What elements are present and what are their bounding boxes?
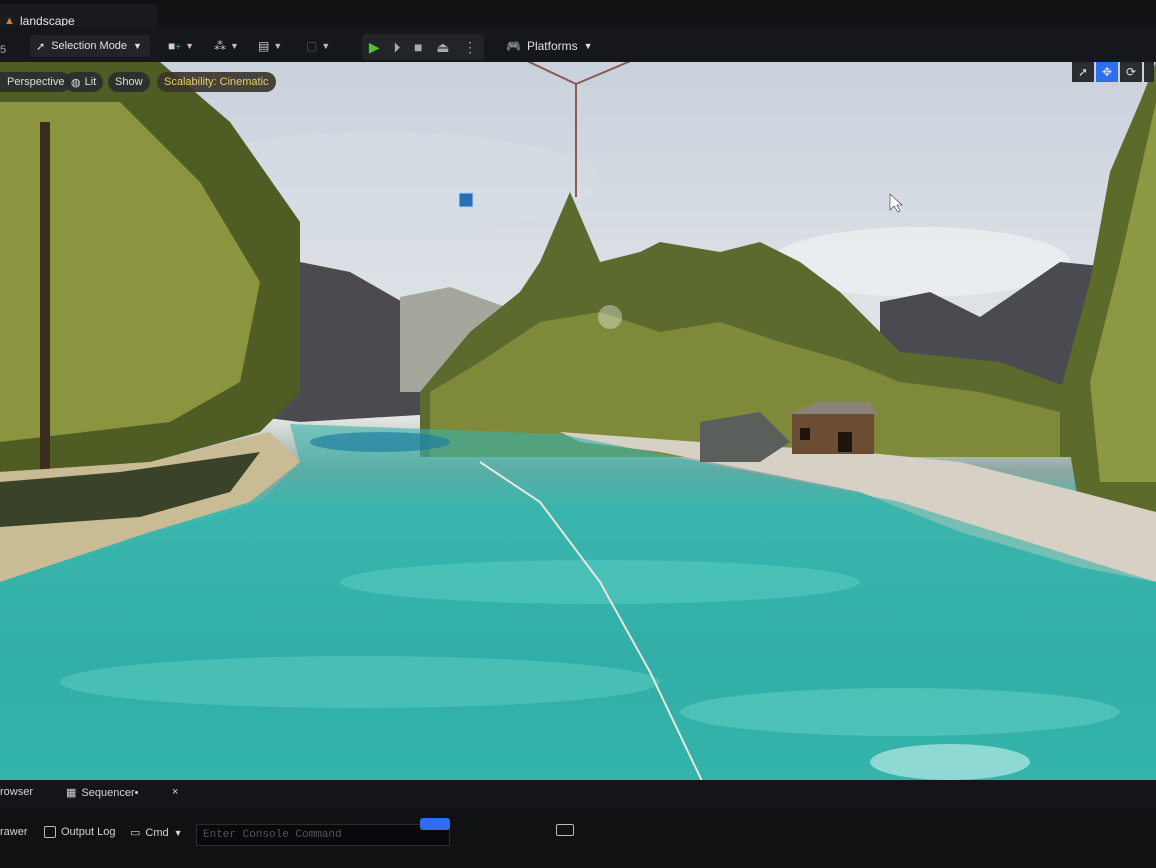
cmd-label: Cmd: [145, 826, 169, 839]
play-icon[interactable]: ▶: [369, 39, 380, 56]
cmd-dropdown[interactable]: ▭ Cmd ▼: [130, 826, 183, 840]
chevron-down-icon: ▼: [321, 41, 331, 51]
left-index: 5: [0, 44, 7, 56]
platforms-dropdown[interactable]: 🎮 Platforms ▼: [506, 34, 593, 58]
perspective-label: Perspective: [7, 76, 65, 88]
step-icon[interactable]: ⏵: [393, 39, 400, 56]
close-icon[interactable]: ×: [172, 786, 178, 798]
console-command-input[interactable]: Enter Console Command: [196, 824, 450, 846]
landscape-scene: [0, 62, 1156, 807]
output-log-button[interactable]: Output Log: [44, 826, 115, 838]
content-drawer-label: rawer: [0, 826, 28, 838]
more-icon[interactable]: ⋮: [463, 39, 477, 56]
select-tool-icon[interactable]: ➚: [1072, 62, 1094, 82]
sequencer-tab[interactable]: ▦ Sequencer•: [66, 786, 139, 800]
sequencer-icon: ▦: [66, 787, 77, 799]
chevron-down-icon: ▼: [583, 41, 593, 51]
perspective-button[interactable]: Perspective: [0, 72, 72, 92]
level-viewport[interactable]: Perspective ◍ Lit Show Scalability: Cine…: [0, 62, 1156, 807]
build-icon: ▢: [306, 39, 318, 53]
scale-tool-icon[interactable]: [1144, 62, 1154, 82]
scalability-label: Scalability: Cinematic: [164, 76, 269, 88]
build-button[interactable]: ▢ ▼: [306, 35, 330, 57]
stop-icon[interactable]: ■: [414, 39, 422, 55]
add-content-button[interactable]: ■+ ▼: [168, 35, 194, 57]
add-content-icon: ■+: [168, 39, 182, 53]
bottom-tab-bar: rowser ▦ Sequencer• ×: [0, 780, 1156, 808]
level-icon: ▲: [4, 15, 15, 27]
chevron-down-icon: ▼: [230, 41, 239, 51]
eject-icon[interactable]: ⏏: [436, 39, 449, 56]
content-drawer-button[interactable]: rawer: [0, 826, 28, 838]
chevron-down-icon: ▼: [185, 41, 195, 51]
chevron-down-icon: ▼: [133, 41, 142, 51]
scalability-warning[interactable]: Scalability: Cinematic: [157, 72, 276, 92]
selection-mode-label: Selection Mode: [51, 40, 128, 52]
status-bar: rawer Output Log ▭ Cmd ▼ Enter Console C…: [0, 808, 1156, 868]
main-toolbar: 5 ➚ Selection Mode ▼ ■+ ▼ ⁂ ▼ ▤ ▼ ▢ ▼ ▶ ⏵ ■ …: [0, 26, 1156, 66]
show-button[interactable]: Show: [108, 72, 150, 92]
blueprint-icon: ⁂: [214, 39, 226, 53]
content-browser-tab[interactable]: rowser: [0, 786, 33, 798]
play-controls: ▶ ⏵ ■ ⏏ ⋮: [362, 34, 484, 60]
layout-icon[interactable]: [556, 824, 574, 836]
lit-label: Lit: [84, 76, 97, 88]
platforms-label: Platforms: [526, 39, 578, 53]
blue-status-icon[interactable]: [420, 818, 450, 830]
show-label: Show: [115, 76, 143, 88]
transform-tools: ➚ ✥ ⟳: [1072, 62, 1154, 84]
content-browser-tab-label: rowser: [0, 786, 34, 798]
output-log-icon: [44, 826, 56, 838]
sequencer-tab-label: Sequencer•: [81, 786, 139, 799]
chevron-down-icon: ▼: [273, 41, 283, 51]
cursor-icon: ➚: [36, 40, 46, 53]
view-mode-button[interactable]: ◍ Lit: [64, 72, 104, 92]
gamepad-icon: 🎮: [506, 39, 521, 53]
blueprint-button[interactable]: ⁂ ▼: [214, 35, 239, 57]
unreal-editor-window: ▲ landscape 5 ➚ Selection Mode ▼ ■+ ▼ ⁂ ▼ …: [0, 0, 1156, 868]
lit-sphere-icon: ◍: [71, 76, 81, 89]
selection-mode-dropdown[interactable]: ➚ Selection Mode ▼: [30, 35, 150, 57]
terminal-icon: ▭: [130, 827, 141, 839]
output-log-label: Output Log: [61, 826, 116, 838]
chevron-down-icon: ▼: [173, 827, 183, 838]
move-tool-icon[interactable]: ✥: [1096, 62, 1118, 82]
rotate-tool-icon[interactable]: ⟳: [1120, 62, 1142, 82]
cinematics-button[interactable]: ▤ ▼: [258, 35, 282, 57]
clapperboard-icon: ▤: [258, 39, 270, 53]
